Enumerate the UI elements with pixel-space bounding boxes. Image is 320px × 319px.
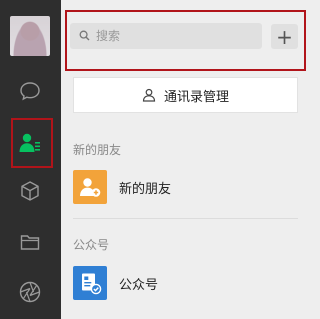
contacts-highlight-box (11, 118, 53, 168)
contacts-management-button[interactable]: 通讯录管理 (73, 77, 298, 113)
list-item-label: 新的朋友 (119, 182, 172, 197)
contacts-management-label: 通讯录管理 (163, 89, 229, 105)
new-friend-icon (73, 170, 107, 204)
folder-icon[interactable] (18, 230, 42, 254)
section-header-new-friends: 新的朋友 (73, 143, 122, 157)
section-header-official-accounts: 公众号 (73, 238, 110, 252)
list-item-new-friends[interactable]: 新的朋友 (61, 162, 308, 212)
favorites-box-icon[interactable] (18, 179, 42, 203)
list-item-label: 公众号 (119, 278, 159, 293)
sidebar (0, 0, 61, 319)
official-account-icon (73, 266, 107, 300)
search-highlight-box (65, 10, 306, 71)
chat-icon[interactable] (18, 79, 42, 103)
list-item-official-accounts[interactable]: 公众号 (61, 258, 308, 308)
moments-aperture-icon[interactable] (18, 280, 42, 304)
avatar[interactable] (10, 16, 50, 56)
section-divider (73, 218, 298, 219)
person-icon (142, 88, 156, 102)
